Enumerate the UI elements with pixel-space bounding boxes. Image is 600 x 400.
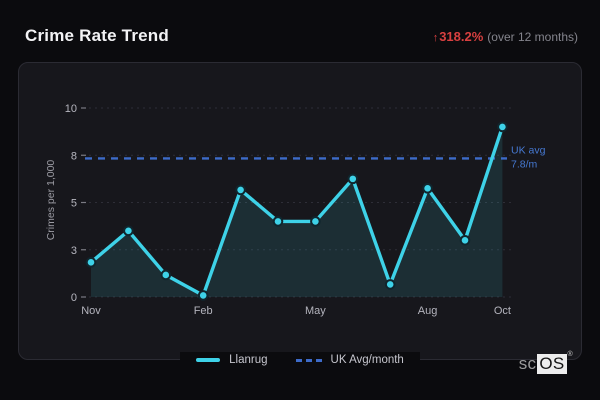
data-point-marker	[235, 184, 246, 196]
trend-caption: (over 12 months)	[487, 30, 578, 44]
data-point-marker	[310, 216, 321, 227]
data-point-marker	[160, 269, 172, 281]
y-tick-label: 0	[71, 292, 77, 304]
area-fill	[91, 126, 503, 298]
y-tick-label: 8	[71, 150, 77, 162]
x-tick-label: Nov	[81, 305, 101, 317]
y-axis-label: Crimes per 1,000	[45, 159, 57, 241]
legend-item-llanrug[interactable]: Llanrug	[196, 354, 268, 366]
y-tick-label: 3	[71, 245, 77, 257]
scos-logo: sc OS ®	[518, 351, 573, 374]
x-tick-label: May	[305, 305, 326, 317]
crime-trend-chart: 0 3 5 8 10 Nov Feb May Aug Oct UK avg 7.8/m	[65, 103, 546, 317]
y-tick-label: 10	[65, 103, 77, 115]
uk-avg-annotation-value: 7.8/m	[511, 158, 538, 170]
y-tick-label: 5	[71, 198, 77, 210]
solid-line-swatch-icon	[196, 358, 221, 362]
legend-label: UK Avg/month	[330, 354, 404, 366]
up-arrow-icon: ↑	[432, 32, 439, 44]
data-point-marker	[272, 216, 284, 227]
trend-percentage: 318.2%	[439, 29, 484, 44]
uk-avg-annotation: UK avg	[511, 144, 546, 156]
header: Crime Rate Trend ↑318.2% (over 12 months)	[25, 26, 578, 46]
data-point-marker	[197, 290, 209, 301]
x-tick-label: Oct	[494, 305, 511, 317]
data-point-marker	[422, 183, 433, 194]
data-point-marker	[497, 121, 508, 133]
registered-mark: ®	[567, 351, 573, 358]
data-point-marker	[123, 225, 134, 237]
data-point-marker	[85, 257, 97, 268]
x-tick-label: Feb	[194, 305, 213, 317]
data-point-marker	[459, 235, 471, 246]
data-point-marker	[347, 173, 359, 185]
legend-label: Llanrug	[229, 354, 268, 366]
logo-box: OS	[537, 354, 567, 374]
trend-stat: ↑318.2% (over 12 months)	[433, 29, 578, 44]
chart-legend: Llanrug UK Avg/month	[0, 352, 600, 368]
chart-card: 0 3 5 8 10 Nov Feb May Aug Oct UK avg 7.8/m Crimes …	[18, 62, 582, 360]
page-title: Crime Rate Trend	[25, 26, 169, 45]
x-tick-label: Aug	[418, 305, 438, 317]
data-point-marker	[384, 279, 396, 290]
dashed-line-swatch-icon	[295, 358, 322, 362]
legend-item-uk-avg[interactable]: UK Avg/month	[295, 354, 404, 366]
logo-prefix: sc	[518, 354, 537, 373]
